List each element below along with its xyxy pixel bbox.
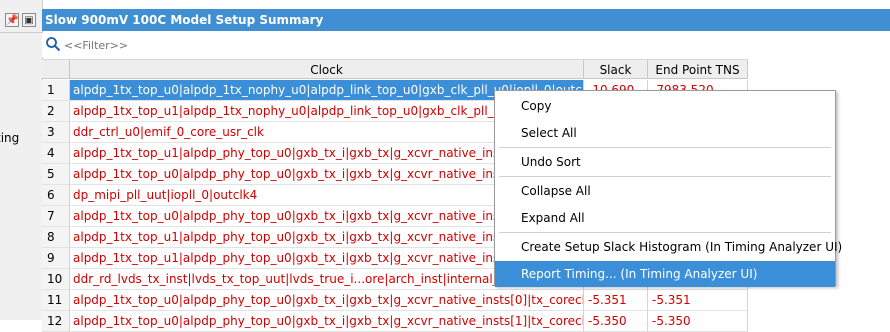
tns-cell[interactable]: -5.351	[648, 290, 748, 311]
menu-item-undo-sort[interactable]: Undo Sort	[495, 149, 835, 175]
clock-cell[interactable]: alpdp_1tx_top_u0|alpdp_phy_top_u0|gxb_tx…	[70, 290, 584, 311]
row-index[interactable]: 10	[42, 269, 70, 290]
menu-separator	[499, 147, 831, 148]
row-index[interactable]: 5	[42, 164, 70, 185]
divider	[0, 32, 42, 33]
row-index[interactable]: 1	[42, 80, 70, 101]
filter-bar	[42, 33, 890, 57]
clock-cell[interactable]: alpdp_1tx_top_u0|alpdp_phy_top_u0|gxb_tx…	[70, 311, 584, 332]
search-icon[interactable]	[45, 36, 61, 52]
filter-input[interactable]	[64, 36, 464, 54]
menu-item-expand-all[interactable]: Expand All	[495, 205, 835, 231]
menu-item-select-all[interactable]: Select All	[495, 120, 835, 146]
menu-item-collapse-all[interactable]: Collapse All	[495, 178, 835, 204]
row-index[interactable]: 11	[42, 290, 70, 311]
tns-cell[interactable]: -5.350	[648, 311, 748, 332]
menu-item-copy[interactable]: Copy	[495, 93, 835, 119]
table-row[interactable]: 11 alpdp_1tx_top_u0|alpdp_phy_top_u0|gxb_…	[42, 290, 748, 311]
row-index[interactable]: 6	[42, 185, 70, 206]
menu-separator	[499, 176, 831, 177]
row-index[interactable]: 7	[42, 206, 70, 227]
column-header-index[interactable]	[42, 59, 70, 79]
column-header-tns[interactable]: End Point TNS	[648, 59, 748, 79]
float-icon[interactable]: ▣	[22, 13, 36, 27]
left-pane: 📌 ▣ ting	[0, 0, 43, 320]
pin-icon[interactable]: 📌	[5, 13, 19, 27]
slack-cell[interactable]: -5.351	[584, 290, 648, 311]
menu-separator	[499, 232, 831, 233]
row-index[interactable]: 3	[42, 122, 70, 143]
row-index[interactable]: 4	[42, 143, 70, 164]
partial-label: ting	[0, 131, 20, 145]
row-index[interactable]: 9	[42, 248, 70, 269]
row-index[interactable]: 2	[42, 101, 70, 122]
column-header-clock[interactable]: Clock	[70, 59, 584, 79]
column-header-slack[interactable]: Slack	[584, 59, 648, 79]
table-row[interactable]: 12 alpdp_1tx_top_u0|alpdp_phy_top_u0|gxb_…	[42, 311, 748, 332]
menu-item-create-setup-slack-histogram[interactable]: Create Setup Slack Histogram (In Timing …	[495, 234, 842, 260]
row-index[interactable]: 8	[42, 227, 70, 248]
slack-cell[interactable]: -5.350	[584, 311, 648, 332]
menu-item-report-timing[interactable]: Report Timing... (In Timing Analyzer UI)	[495, 261, 835, 287]
row-index[interactable]: 12	[42, 311, 70, 332]
panel-title: Slow 900mV 100C Model Setup Summary	[42, 9, 890, 31]
context-menu: Copy Select All Undo Sort Collapse All E…	[494, 90, 842, 287]
